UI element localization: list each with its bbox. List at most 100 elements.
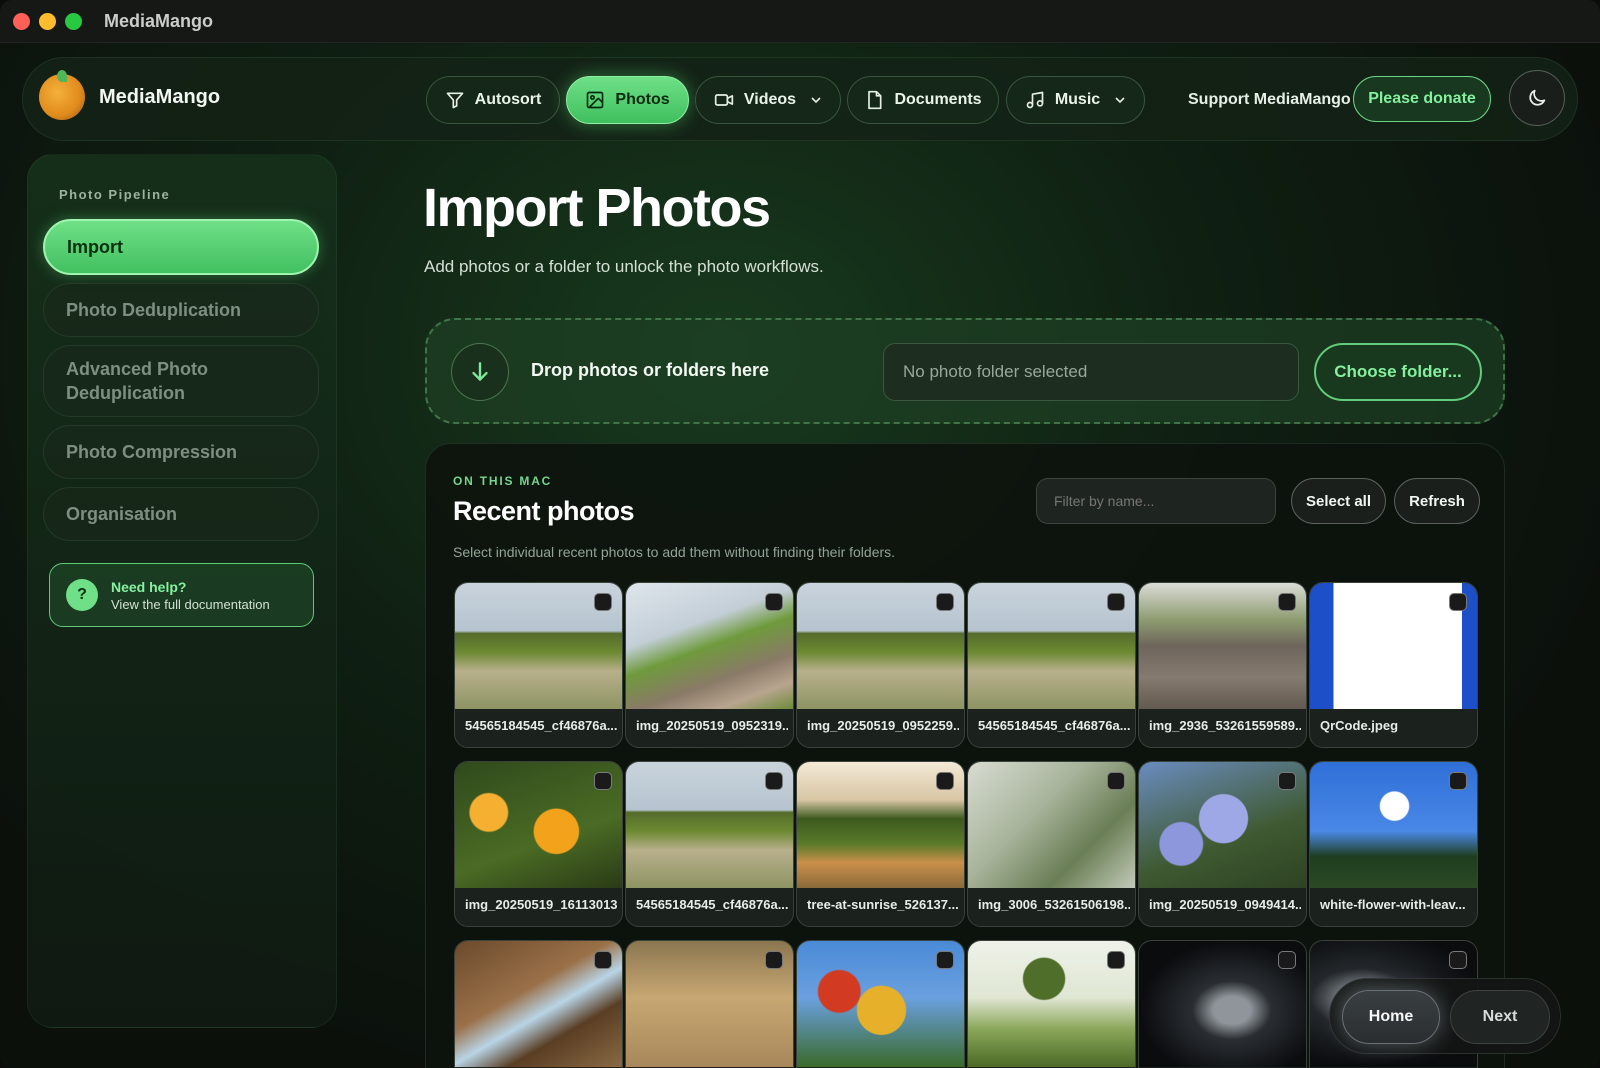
photo-tile[interactable]: img_3006_53261506198... bbox=[967, 761, 1136, 927]
sidebar-item-label: Advanced Photo Deduplication bbox=[66, 359, 209, 403]
theme-toggle-button[interactable] bbox=[1509, 70, 1565, 126]
photo-tile[interactable]: img_20250519_0952319... bbox=[625, 582, 794, 748]
home-button[interactable]: Home bbox=[1342, 990, 1440, 1044]
moon-icon bbox=[1529, 89, 1546, 106]
help-subtitle: View the full documentation bbox=[111, 596, 270, 612]
chevron-down-icon bbox=[811, 97, 821, 104]
photo-checkbox[interactable] bbox=[1107, 951, 1125, 969]
help-title: Need help? bbox=[111, 578, 187, 595]
sidebar-item-photo-deduplication[interactable]: Photo Deduplication bbox=[43, 283, 319, 337]
sidebar-item-photo-compression[interactable]: Photo Compression bbox=[43, 425, 319, 479]
photo-tile[interactable] bbox=[625, 940, 794, 1068]
chevron-down-icon bbox=[1115, 97, 1125, 104]
photo-tile[interactable]: img_20250519_0952259... bbox=[796, 582, 965, 748]
refresh-button[interactable]: Refresh bbox=[1394, 478, 1480, 524]
photo-filename: 54565184545_cf46876a... bbox=[978, 718, 1130, 733]
photo-tile[interactable] bbox=[967, 940, 1136, 1068]
tab-videos-label: Videos bbox=[743, 91, 797, 108]
sidebar-item-import[interactable]: Import bbox=[43, 219, 319, 275]
help-card[interactable]: ? Need help? View the full documentation bbox=[49, 563, 314, 627]
recent-title: Recent photos bbox=[453, 496, 635, 526]
recent-photos-panel: ON THIS MAC Recent photos Select individ… bbox=[425, 443, 1505, 1068]
sidebar: Photo Pipeline Import Photo Deduplicatio… bbox=[27, 154, 337, 1028]
folder-path-field: No photo folder selected bbox=[883, 343, 1299, 401]
image-icon bbox=[587, 91, 604, 109]
photo-filename: 54565184545_cf46876a... bbox=[465, 718, 617, 733]
photo-checkbox[interactable] bbox=[1449, 951, 1467, 969]
tab-music[interactable]: Music bbox=[1006, 76, 1145, 124]
photo-tile[interactable]: img_2936_53261559589... bbox=[1138, 582, 1307, 748]
app-content: MediaMango Autosort Photos Videos Docume… bbox=[0, 43, 1600, 1068]
video-icon bbox=[714, 94, 734, 106]
brand-name: MediaMango bbox=[99, 85, 221, 108]
photo-checkbox[interactable] bbox=[936, 593, 954, 611]
photo-checkbox[interactable] bbox=[936, 772, 954, 790]
photo-filename: img_3006_53261506198... bbox=[978, 897, 1130, 912]
choose-folder-button[interactable]: Choose folder... bbox=[1314, 343, 1482, 401]
sidebar-item-advanced-photo-deduplication[interactable]: Advanced Photo Deduplication bbox=[43, 345, 319, 417]
sidebar-section-label: Photo Pipeline bbox=[59, 187, 171, 202]
tab-photos[interactable]: Photos bbox=[566, 76, 689, 124]
photo-tile[interactable] bbox=[796, 940, 965, 1068]
close-window-button[interactable] bbox=[13, 12, 30, 30]
photo-tile[interactable]: 54565184545_cf46876a... bbox=[967, 582, 1136, 748]
photo-filename: img_20250519_16113013... bbox=[465, 897, 617, 912]
support-link[interactable]: Support MediaMango bbox=[1188, 91, 1351, 109]
tab-videos[interactable]: Videos bbox=[695, 76, 841, 124]
page-subtitle: Add photos or a folder to unlock the pho… bbox=[424, 257, 824, 276]
photo-dropzone[interactable]: Drop photos or folders here No photo fol… bbox=[425, 318, 1505, 424]
photo-checkbox[interactable] bbox=[765, 951, 783, 969]
photo-checkbox[interactable] bbox=[1107, 593, 1125, 611]
tab-documents-label: Documents bbox=[894, 91, 982, 108]
photo-filename: QrCode.jpeg bbox=[1320, 718, 1399, 733]
sidebar-item-organisation[interactable]: Organisation bbox=[43, 487, 319, 541]
photo-checkbox[interactable] bbox=[594, 951, 612, 969]
recent-kicker: ON THIS MAC bbox=[453, 474, 553, 488]
wizard-navigation: Home Next bbox=[1329, 978, 1561, 1054]
photo-checkbox[interactable] bbox=[936, 951, 954, 969]
photo-checkbox[interactable] bbox=[594, 772, 612, 790]
photo-tile[interactable] bbox=[1138, 940, 1307, 1068]
top-navigation: MediaMango Autosort Photos Videos Docume… bbox=[22, 57, 1578, 141]
brand[interactable]: MediaMango bbox=[39, 70, 221, 120]
photo-tile[interactable]: tree-at-sunrise_526137... bbox=[796, 761, 965, 927]
photo-checkbox[interactable] bbox=[765, 593, 783, 611]
window-title: MediaMango bbox=[104, 10, 214, 31]
zoom-window-button[interactable] bbox=[65, 12, 82, 30]
photo-tile[interactable]: QrCode.jpeg bbox=[1309, 582, 1478, 748]
photo-checkbox[interactable] bbox=[1449, 772, 1467, 790]
title-bar: MediaMango bbox=[0, 0, 1600, 43]
select-all-button[interactable]: Select all bbox=[1291, 478, 1386, 524]
filter-input[interactable] bbox=[1036, 478, 1276, 524]
next-button[interactable]: Next bbox=[1450, 990, 1550, 1044]
photo-checkbox[interactable] bbox=[765, 772, 783, 790]
photo-filename: img_20250519_0952319... bbox=[636, 718, 788, 733]
photo-filename: img_2936_53261559589... bbox=[1149, 718, 1301, 733]
photo-tile[interactable]: img_20250519_16113013... bbox=[454, 761, 623, 927]
recent-subtitle: Select individual recent photos to add t… bbox=[453, 544, 896, 560]
tab-photos-label: Photos bbox=[615, 91, 670, 108]
photo-tile[interactable] bbox=[454, 940, 623, 1068]
photo-checkbox[interactable] bbox=[1107, 772, 1125, 790]
photo-checkbox[interactable] bbox=[1278, 951, 1296, 969]
window-controls bbox=[13, 12, 82, 30]
photo-tile[interactable]: white-flower-with-leav... bbox=[1309, 761, 1478, 927]
mango-logo-icon bbox=[39, 70, 85, 120]
photo-checkbox[interactable] bbox=[1449, 593, 1467, 611]
donate-button[interactable]: Please donate bbox=[1353, 76, 1491, 122]
tab-autosort-label: Autosort bbox=[474, 91, 542, 108]
photo-tile[interactable]: 54565184545_cf46876a... bbox=[625, 761, 794, 927]
photo-filename: img_20250519_0952259... bbox=[807, 718, 959, 733]
photo-checkbox[interactable] bbox=[1278, 593, 1296, 611]
arrow-down-icon bbox=[451, 343, 509, 401]
photo-tile[interactable]: img_20250519_0949414... bbox=[1138, 761, 1307, 927]
photo-filename: img_20250519_0949414... bbox=[1149, 897, 1301, 912]
minimize-window-button[interactable] bbox=[39, 12, 56, 30]
page-title: Import Photos bbox=[423, 178, 771, 238]
tab-documents[interactable]: Documents bbox=[847, 76, 999, 124]
photo-filename: tree-at-sunrise_526137... bbox=[807, 897, 959, 912]
photo-tile[interactable]: 54565184545_cf46876a... bbox=[454, 582, 623, 748]
photo-checkbox[interactable] bbox=[594, 593, 612, 611]
photo-checkbox[interactable] bbox=[1278, 772, 1296, 790]
tab-autosort[interactable]: Autosort bbox=[426, 76, 560, 124]
